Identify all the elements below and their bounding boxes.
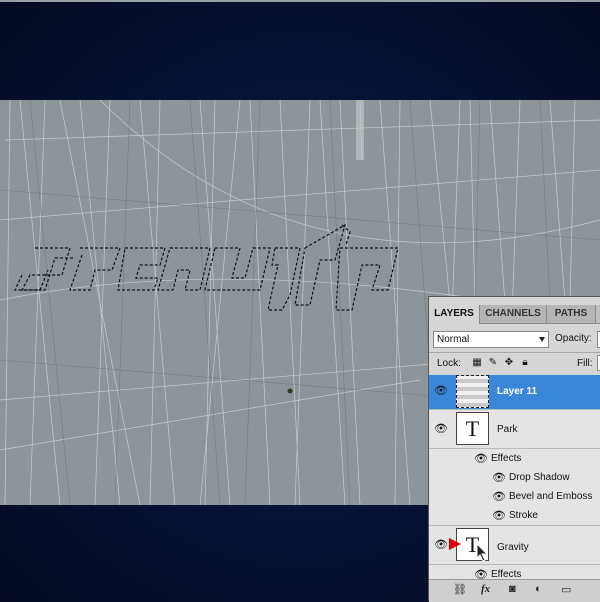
adjustment-icon[interactable]: ◐ [535, 583, 542, 595]
visibility-eye-icon[interactable]: 👁︎ [492, 490, 506, 503]
effects-row[interactable]: 👁︎ Effects [429, 565, 600, 579]
layers-panel: LAYERS CHANNELS PATHS Normal Opacity: Lo… [428, 296, 600, 602]
visibility-eye-icon[interactable]: 👁︎ [492, 509, 506, 522]
tab-layers[interactable]: LAYERS [429, 305, 480, 324]
lock-transparency-icon[interactable]: ▦ [471, 357, 483, 369]
link-icon[interactable]: ⛓︎ [453, 583, 467, 596]
lock-label: Lock: [437, 358, 461, 369]
effect-bevel-emboss[interactable]: 👁︎ Bevel and Emboss [429, 487, 600, 506]
group-icon[interactable]: ▭ [561, 583, 571, 596]
layer-row-park[interactable]: 👁︎ T Park [429, 410, 600, 449]
visibility-eye-icon[interactable]: 👁︎ [492, 471, 506, 484]
layer-name: Gravity [497, 542, 529, 553]
layer-name: Park [497, 424, 518, 435]
effects-label: Effects [491, 453, 522, 464]
divider [429, 352, 600, 353]
blend-mode-select[interactable]: Normal [433, 331, 549, 348]
effect-label: Stroke [509, 510, 538, 521]
visibility-eye-icon[interactable]: 👁︎ [434, 423, 448, 435]
effect-drop-shadow[interactable]: 👁︎ Drop Shadow [429, 468, 600, 487]
fx-icon[interactable]: fx [481, 583, 490, 595]
red-arrow-icon [449, 538, 461, 550]
effects-row[interactable]: 👁︎ Effects [429, 449, 600, 468]
layers-list: 👁︎ Layer 11 👁︎ T Park 👁︎ Effects 👁︎ Drop… [429, 375, 600, 579]
panel-tabs: LAYERS CHANNELS PATHS [429, 305, 600, 324]
lock-row: Lock: ▦ ✎ ✥ 🔒︎ Fill: [433, 355, 600, 372]
layer-row-layer-11[interactable]: 👁︎ Layer 11 [429, 375, 600, 410]
layer-name: Layer 11 [497, 386, 538, 397]
text-layer-thumbnail: T [456, 412, 489, 445]
layers-bottom-bar: ⛓︎ fx ◙ ◐ ▭ [429, 579, 600, 602]
visibility-eye-icon[interactable]: 👁︎ [474, 452, 488, 465]
lock-brush-icon[interactable]: ✎ [487, 357, 499, 369]
top-edge [0, 0, 600, 2]
fill-label: Fill: [577, 358, 593, 369]
mouse-cursor-icon [476, 543, 489, 562]
mask-icon[interactable]: ◙ [509, 583, 516, 595]
tab-channels[interactable]: CHANNELS [480, 305, 547, 323]
effect-label: Bevel and Emboss [509, 491, 593, 502]
visibility-eye-icon[interactable]: 👁︎ [434, 385, 448, 397]
effect-stroke[interactable]: 👁︎ Stroke [429, 506, 600, 526]
opacity-label: Opacity: [555, 333, 592, 344]
tab-paths[interactable]: PATHS [547, 305, 596, 323]
chevron-down-icon [539, 337, 545, 342]
visibility-eye-icon[interactable]: 👁︎ [434, 539, 448, 551]
effects-label: Effects [491, 569, 522, 579]
blend-mode-value: Normal [437, 334, 470, 345]
blend-row: Normal Opacity: [433, 331, 600, 351]
effect-label: Drop Shadow [509, 472, 570, 483]
lock-all-icon[interactable]: 🔒︎ [519, 357, 531, 369]
layer-thumbnail [456, 375, 489, 408]
lock-move-icon[interactable]: ✥ [503, 357, 515, 369]
visibility-eye-icon[interactable]: 👁︎ [474, 568, 488, 579]
